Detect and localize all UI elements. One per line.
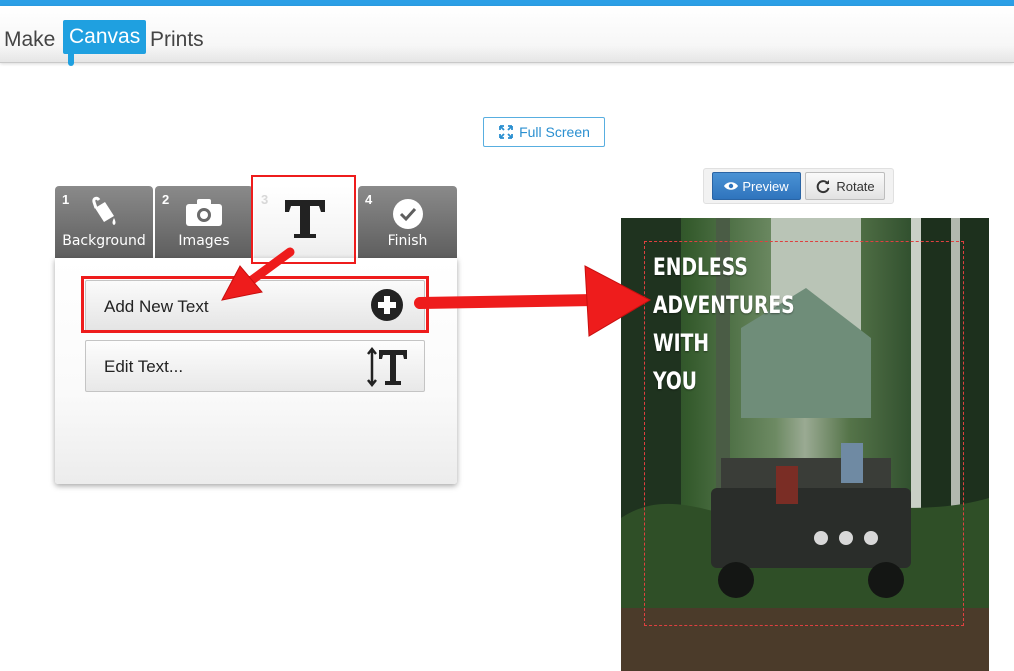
expand-icon: [499, 125, 513, 139]
canvas-preview-image[interactable]: ENDLESS ADVENTURES WITH YOU: [621, 218, 989, 671]
logo-canvas-text: Canvas: [63, 20, 147, 54]
tab-number: 2: [162, 192, 170, 207]
tab-number: 4: [365, 192, 373, 207]
add-text-highlight: [81, 276, 429, 333]
full-screen-label: Full Screen: [519, 124, 590, 140]
preview-controls: Preview Rotate: [703, 168, 894, 204]
logo-prints-text: Prints: [150, 28, 204, 51]
poster-line: ENDLESS: [653, 253, 748, 281]
tab-label: Images: [178, 233, 230, 249]
poster-line: WITH: [653, 329, 710, 357]
site-header: Make Canvas Prints: [0, 6, 1014, 66]
text-height-icon: [366, 346, 408, 392]
poster-line: YOU: [653, 367, 698, 395]
paint-bucket-icon: [87, 196, 121, 233]
poster-line: ADVENTURES: [653, 291, 795, 319]
text-tab-highlight: [251, 175, 356, 264]
logo-make-text: Make: [4, 28, 56, 51]
edit-text-button[interactable]: Edit Text...: [85, 340, 425, 392]
full-screen-button[interactable]: Full Screen: [483, 117, 605, 147]
edit-text-label: Edit Text...: [104, 357, 184, 376]
logo-paint-drip: [68, 52, 74, 66]
tab-images[interactable]: 2 Images: [155, 186, 253, 258]
tab-background[interactable]: 1 Background: [55, 186, 153, 258]
rotate-label: Rotate: [836, 178, 875, 194]
rotate-button[interactable]: Rotate: [805, 172, 885, 200]
tab-label: Finish: [387, 233, 428, 249]
preview-button[interactable]: Preview: [712, 172, 801, 200]
rotate-icon: [817, 180, 830, 194]
poster-text-block[interactable]: ENDLESS ADVENTURES WITH YOU: [653, 248, 795, 400]
preview-label: Preview: [742, 178, 789, 194]
tab-finish[interactable]: 4 Finish: [358, 186, 457, 258]
site-logo[interactable]: Make Canvas Prints: [4, 14, 264, 66]
tab-number: 1: [62, 192, 70, 207]
tab-label: Background: [62, 233, 146, 249]
camera-icon: [184, 196, 224, 233]
eye-icon: [724, 182, 739, 190]
check-circle-icon: [392, 198, 424, 235]
